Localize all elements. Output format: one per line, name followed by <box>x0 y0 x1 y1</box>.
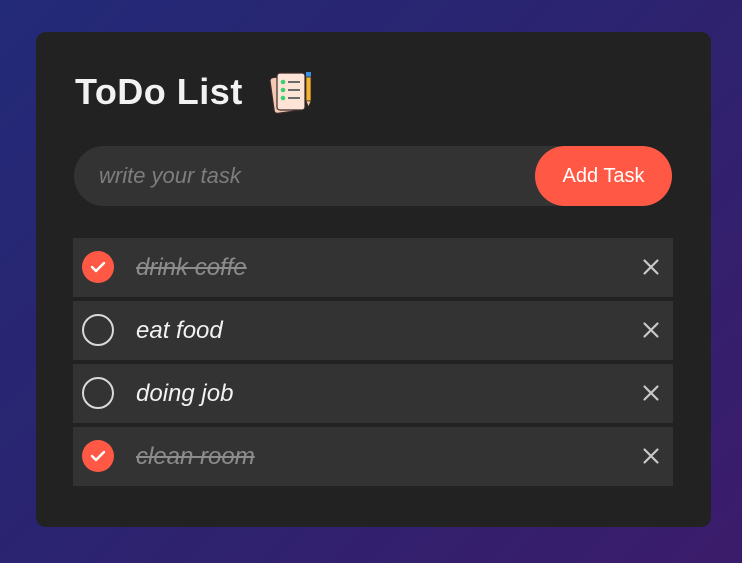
checked-checkbox[interactable] <box>82 251 114 283</box>
task-item[interactable]: drink coffe <box>73 238 673 297</box>
todo-card: ToDo List Add Ta <box>36 32 711 527</box>
task-input[interactable] <box>99 146 519 206</box>
add-task-button[interactable]: Add Task <box>535 146 672 206</box>
close-icon[interactable] <box>641 383 661 403</box>
task-text: doing job <box>136 380 234 407</box>
task-text: eat food <box>136 317 223 344</box>
task-text: clean room <box>136 443 255 470</box>
task-text: drink coffe <box>136 254 247 281</box>
close-icon[interactable] <box>641 320 661 340</box>
close-icon[interactable] <box>641 446 661 466</box>
page-title: ToDo List <box>75 71 243 112</box>
checked-checkbox[interactable] <box>82 440 114 472</box>
check-icon <box>90 261 106 273</box>
task-list: drink coffe eat food doing job clean room <box>73 238 673 490</box>
check-icon <box>90 450 106 462</box>
task-item[interactable]: clean room <box>73 427 673 486</box>
task-item[interactable]: eat food <box>73 301 673 360</box>
add-task-row: Add Task <box>74 146 672 206</box>
unchecked-checkbox[interactable] <box>82 377 114 409</box>
checklist-notepad-pencil-icon <box>269 70 315 114</box>
close-icon[interactable] <box>641 257 661 277</box>
task-item[interactable]: doing job <box>73 364 673 423</box>
unchecked-checkbox[interactable] <box>82 314 114 346</box>
header: ToDo List <box>75 70 315 114</box>
